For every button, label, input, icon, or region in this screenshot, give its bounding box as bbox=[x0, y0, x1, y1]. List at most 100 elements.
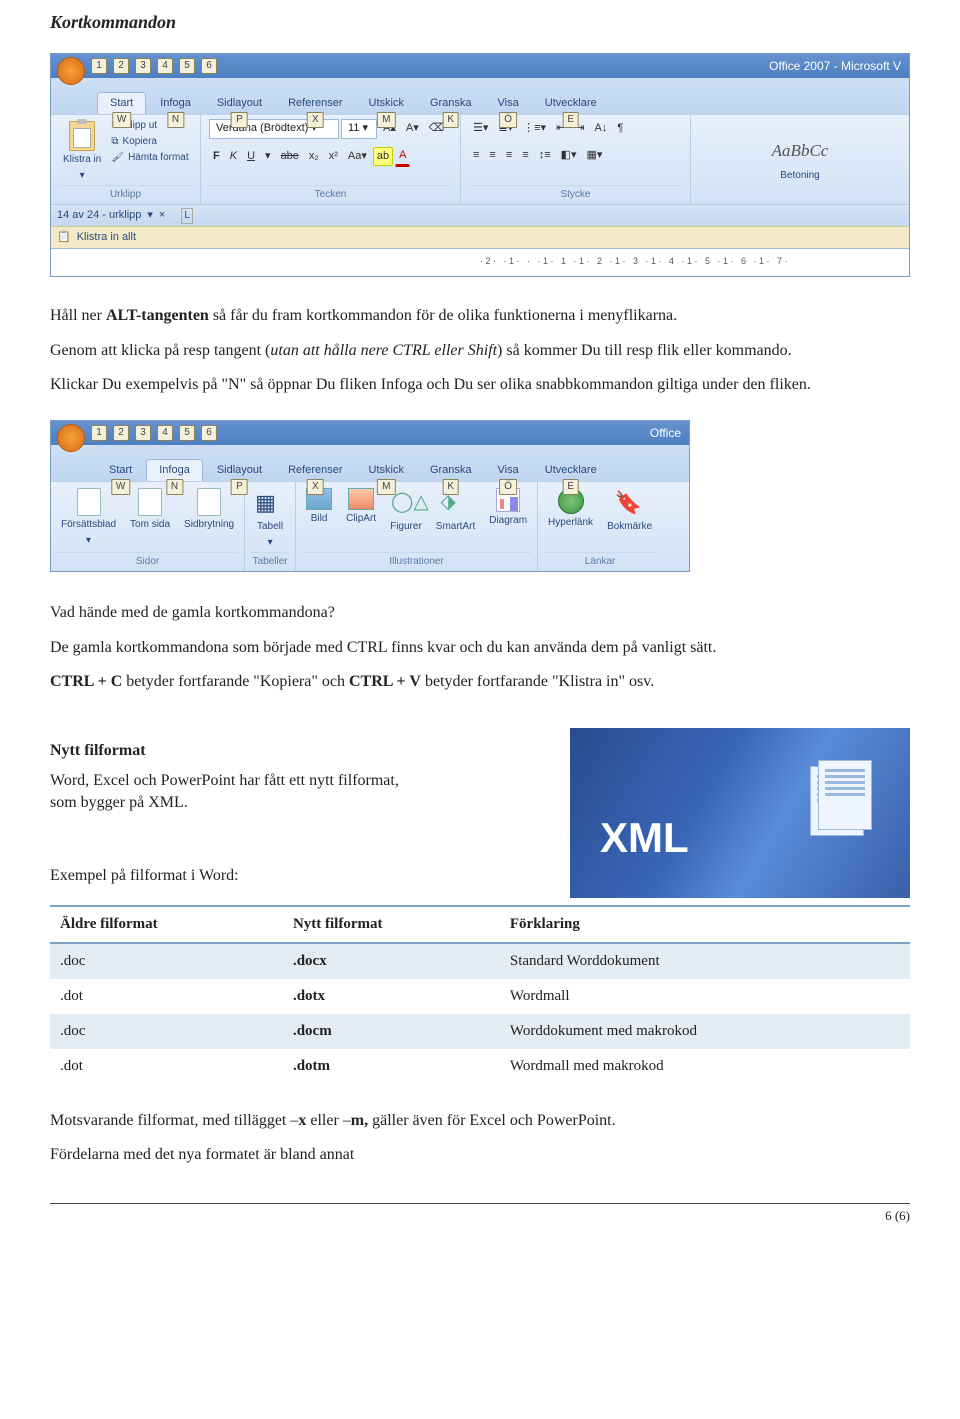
office-button-icon[interactable] bbox=[57, 57, 85, 85]
key-hint: P bbox=[231, 112, 248, 128]
paste-all-button[interactable]: Klistra in allt bbox=[77, 230, 136, 245]
footnote-2: Fördelarna med det nya formatet är bland… bbox=[50, 1144, 910, 1166]
highlight-button[interactable]: ab bbox=[373, 147, 393, 166]
line-spacing-icon[interactable]: ↕≡ bbox=[535, 146, 555, 165]
clipboard-icon: 📋 bbox=[57, 230, 71, 245]
xml-label: XML bbox=[600, 809, 689, 868]
key-hint: E bbox=[562, 479, 579, 495]
tab-sidlayout[interactable]: SidlayoutP bbox=[205, 460, 274, 481]
key-hint: K bbox=[442, 479, 459, 495]
sort-icon[interactable]: A↓ bbox=[591, 119, 612, 138]
qat-hint: 5 bbox=[179, 425, 195, 441]
font-size-select[interactable]: 11 ▾ bbox=[341, 119, 377, 138]
align-right-icon[interactable]: ≡ bbox=[502, 146, 516, 165]
clipart-button[interactable]: ClipArt bbox=[342, 486, 380, 528]
section-heading: Kortkommandon bbox=[50, 10, 910, 35]
tab-infoga[interactable]: InfogaN bbox=[148, 93, 203, 114]
align-left-icon[interactable]: ≡ bbox=[469, 146, 483, 165]
body-text: Håll ner ALT-tangenten så får du fram ko… bbox=[50, 305, 910, 396]
body-text-2: Vad hände med de gamla kortkommandona? D… bbox=[50, 602, 910, 693]
page-break-button[interactable]: Sidbrytning bbox=[180, 486, 238, 534]
underline-button[interactable]: U bbox=[243, 147, 259, 166]
bookmark-button[interactable]: 🔖Bokmärke bbox=[603, 486, 656, 536]
page-break-icon bbox=[197, 488, 221, 516]
close-icon[interactable]: × bbox=[159, 208, 165, 223]
copy-icon: ⧉ bbox=[111, 135, 118, 149]
example-label: Exempel på filformat i Word: bbox=[50, 865, 510, 887]
tab-sidlayout[interactable]: SidlayoutP bbox=[205, 93, 274, 114]
italic-button[interactable]: K bbox=[226, 147, 241, 166]
key-hint: K bbox=[442, 112, 459, 128]
pilcrow-icon[interactable]: ¶ bbox=[613, 119, 627, 138]
case-button[interactable]: Aa▾ bbox=[344, 147, 371, 166]
shading-icon[interactable]: ◧▾ bbox=[557, 146, 581, 165]
font-color-button[interactable]: A bbox=[395, 146, 410, 167]
format-painter-button[interactable]: 🖌Hämta format bbox=[111, 151, 188, 165]
group-styles: AaBbCc Betoning bbox=[691, 115, 909, 204]
table-icon: ▦ bbox=[255, 488, 285, 518]
tab-referenser[interactable]: ReferenserX bbox=[276, 460, 354, 481]
key-hint: Ö bbox=[499, 479, 517, 495]
subscript-button[interactable]: x₂ bbox=[305, 147, 323, 166]
tab-granska[interactable]: GranskaK bbox=[418, 460, 484, 481]
group-links: Hyperlänk 🔖Bokmärke Länkar bbox=[538, 482, 662, 571]
qat-hint: 3 bbox=[135, 58, 151, 74]
style-preview: AaBbCc bbox=[772, 139, 829, 163]
tab-utskick[interactable]: UtskickM bbox=[357, 93, 416, 114]
group-font: Verdana (Brödtext) ▾ 11 ▾ A▴ A▾ ⌫ F K U … bbox=[201, 115, 461, 204]
group-tables: ▦Tabell▾ Tabeller bbox=[245, 482, 296, 571]
key-hint: X bbox=[307, 112, 324, 128]
brush-icon: 🖌 bbox=[111, 151, 124, 165]
qat-hint: 1 bbox=[91, 58, 107, 74]
qat-hint: 6 bbox=[201, 58, 217, 74]
key-hint: N bbox=[166, 479, 183, 495]
word-screenshot-insert: Office 1 2 3 4 5 6 StartW InfogaN Sidlay… bbox=[50, 420, 690, 572]
key-hint: N bbox=[167, 112, 184, 128]
chevron-down-icon[interactable]: ▾ bbox=[147, 208, 153, 223]
shrink-font-icon[interactable]: A▾ bbox=[402, 119, 423, 138]
tab-infoga[interactable]: InfogaN bbox=[146, 459, 203, 481]
chevron-down-icon[interactable]: ▾ bbox=[261, 147, 275, 166]
quick-access-toolbar: 1 2 3 4 5 6 bbox=[51, 54, 223, 78]
superscript-button[interactable]: x² bbox=[325, 147, 342, 166]
strike-button[interactable]: abe bbox=[277, 147, 303, 166]
table-row: .dot .dotx Wordmall bbox=[50, 979, 910, 1014]
copy-button[interactable]: ⧉Kopiera bbox=[111, 135, 188, 149]
qat-hint: 5 bbox=[179, 58, 195, 74]
group-pages: Försättsblad▾ Tom sida Sidbrytning Sidor bbox=[51, 482, 245, 571]
borders-icon[interactable]: ▦▾ bbox=[583, 146, 607, 165]
chevron-down-icon: ▾ bbox=[80, 169, 85, 183]
justify-icon[interactable]: ≡ bbox=[518, 146, 532, 165]
multilevel-icon[interactable]: ⋮≡▾ bbox=[519, 119, 550, 138]
align-center-icon[interactable]: ≡ bbox=[485, 146, 499, 165]
tab-start[interactable]: StartW bbox=[97, 92, 146, 114]
table-button[interactable]: ▦Tabell▾ bbox=[251, 486, 289, 552]
tab-utskick[interactable]: UtskickM bbox=[357, 460, 416, 481]
tab-visa[interactable]: VisaÖ bbox=[486, 93, 531, 114]
table-row: .doc .docx Standard Worddokument bbox=[50, 943, 910, 979]
clipboard-icon bbox=[69, 121, 95, 151]
clipboard-count: 14 av 24 - urklipp bbox=[57, 208, 141, 223]
cover-page-button[interactable]: Försättsblad▾ bbox=[57, 486, 120, 550]
tab-visa[interactable]: VisaÖ bbox=[486, 460, 531, 481]
footnote-1: Motsvarande filformat, med tillägget –x … bbox=[50, 1110, 910, 1132]
qat-hint: 4 bbox=[157, 425, 173, 441]
key-hint: W bbox=[112, 112, 131, 128]
tab-start[interactable]: StartW bbox=[97, 460, 144, 481]
fileformat-table: Äldre filformat Nytt filformat Förklarin… bbox=[50, 905, 910, 1084]
tab-granska[interactable]: GranskaK bbox=[418, 93, 484, 114]
group-label: Sidor bbox=[57, 552, 238, 569]
key-hint: W bbox=[111, 479, 130, 495]
bullets-icon[interactable]: ☰▾ bbox=[469, 119, 492, 138]
bold-button[interactable]: F bbox=[209, 147, 224, 166]
document-icon bbox=[77, 488, 101, 516]
chevron-down-icon: ▾ bbox=[268, 536, 273, 550]
tab-referenser[interactable]: ReferenserX bbox=[276, 93, 354, 114]
col-desc: Förklaring bbox=[500, 906, 910, 943]
table-row: .doc .docm Worddokument med makrokod bbox=[50, 1014, 910, 1049]
ruler: · 2 · · 1 · · · 1 · 1 · 1 · 2 · 1 · 3 · … bbox=[51, 248, 909, 276]
tab-utvecklare[interactable]: UtvecklareE bbox=[533, 460, 609, 481]
tab-utvecklare[interactable]: UtvecklareE bbox=[533, 93, 609, 114]
paste-button[interactable]: Klistra in ▾ bbox=[59, 119, 105, 185]
style-name[interactable]: Betoning bbox=[780, 169, 819, 183]
